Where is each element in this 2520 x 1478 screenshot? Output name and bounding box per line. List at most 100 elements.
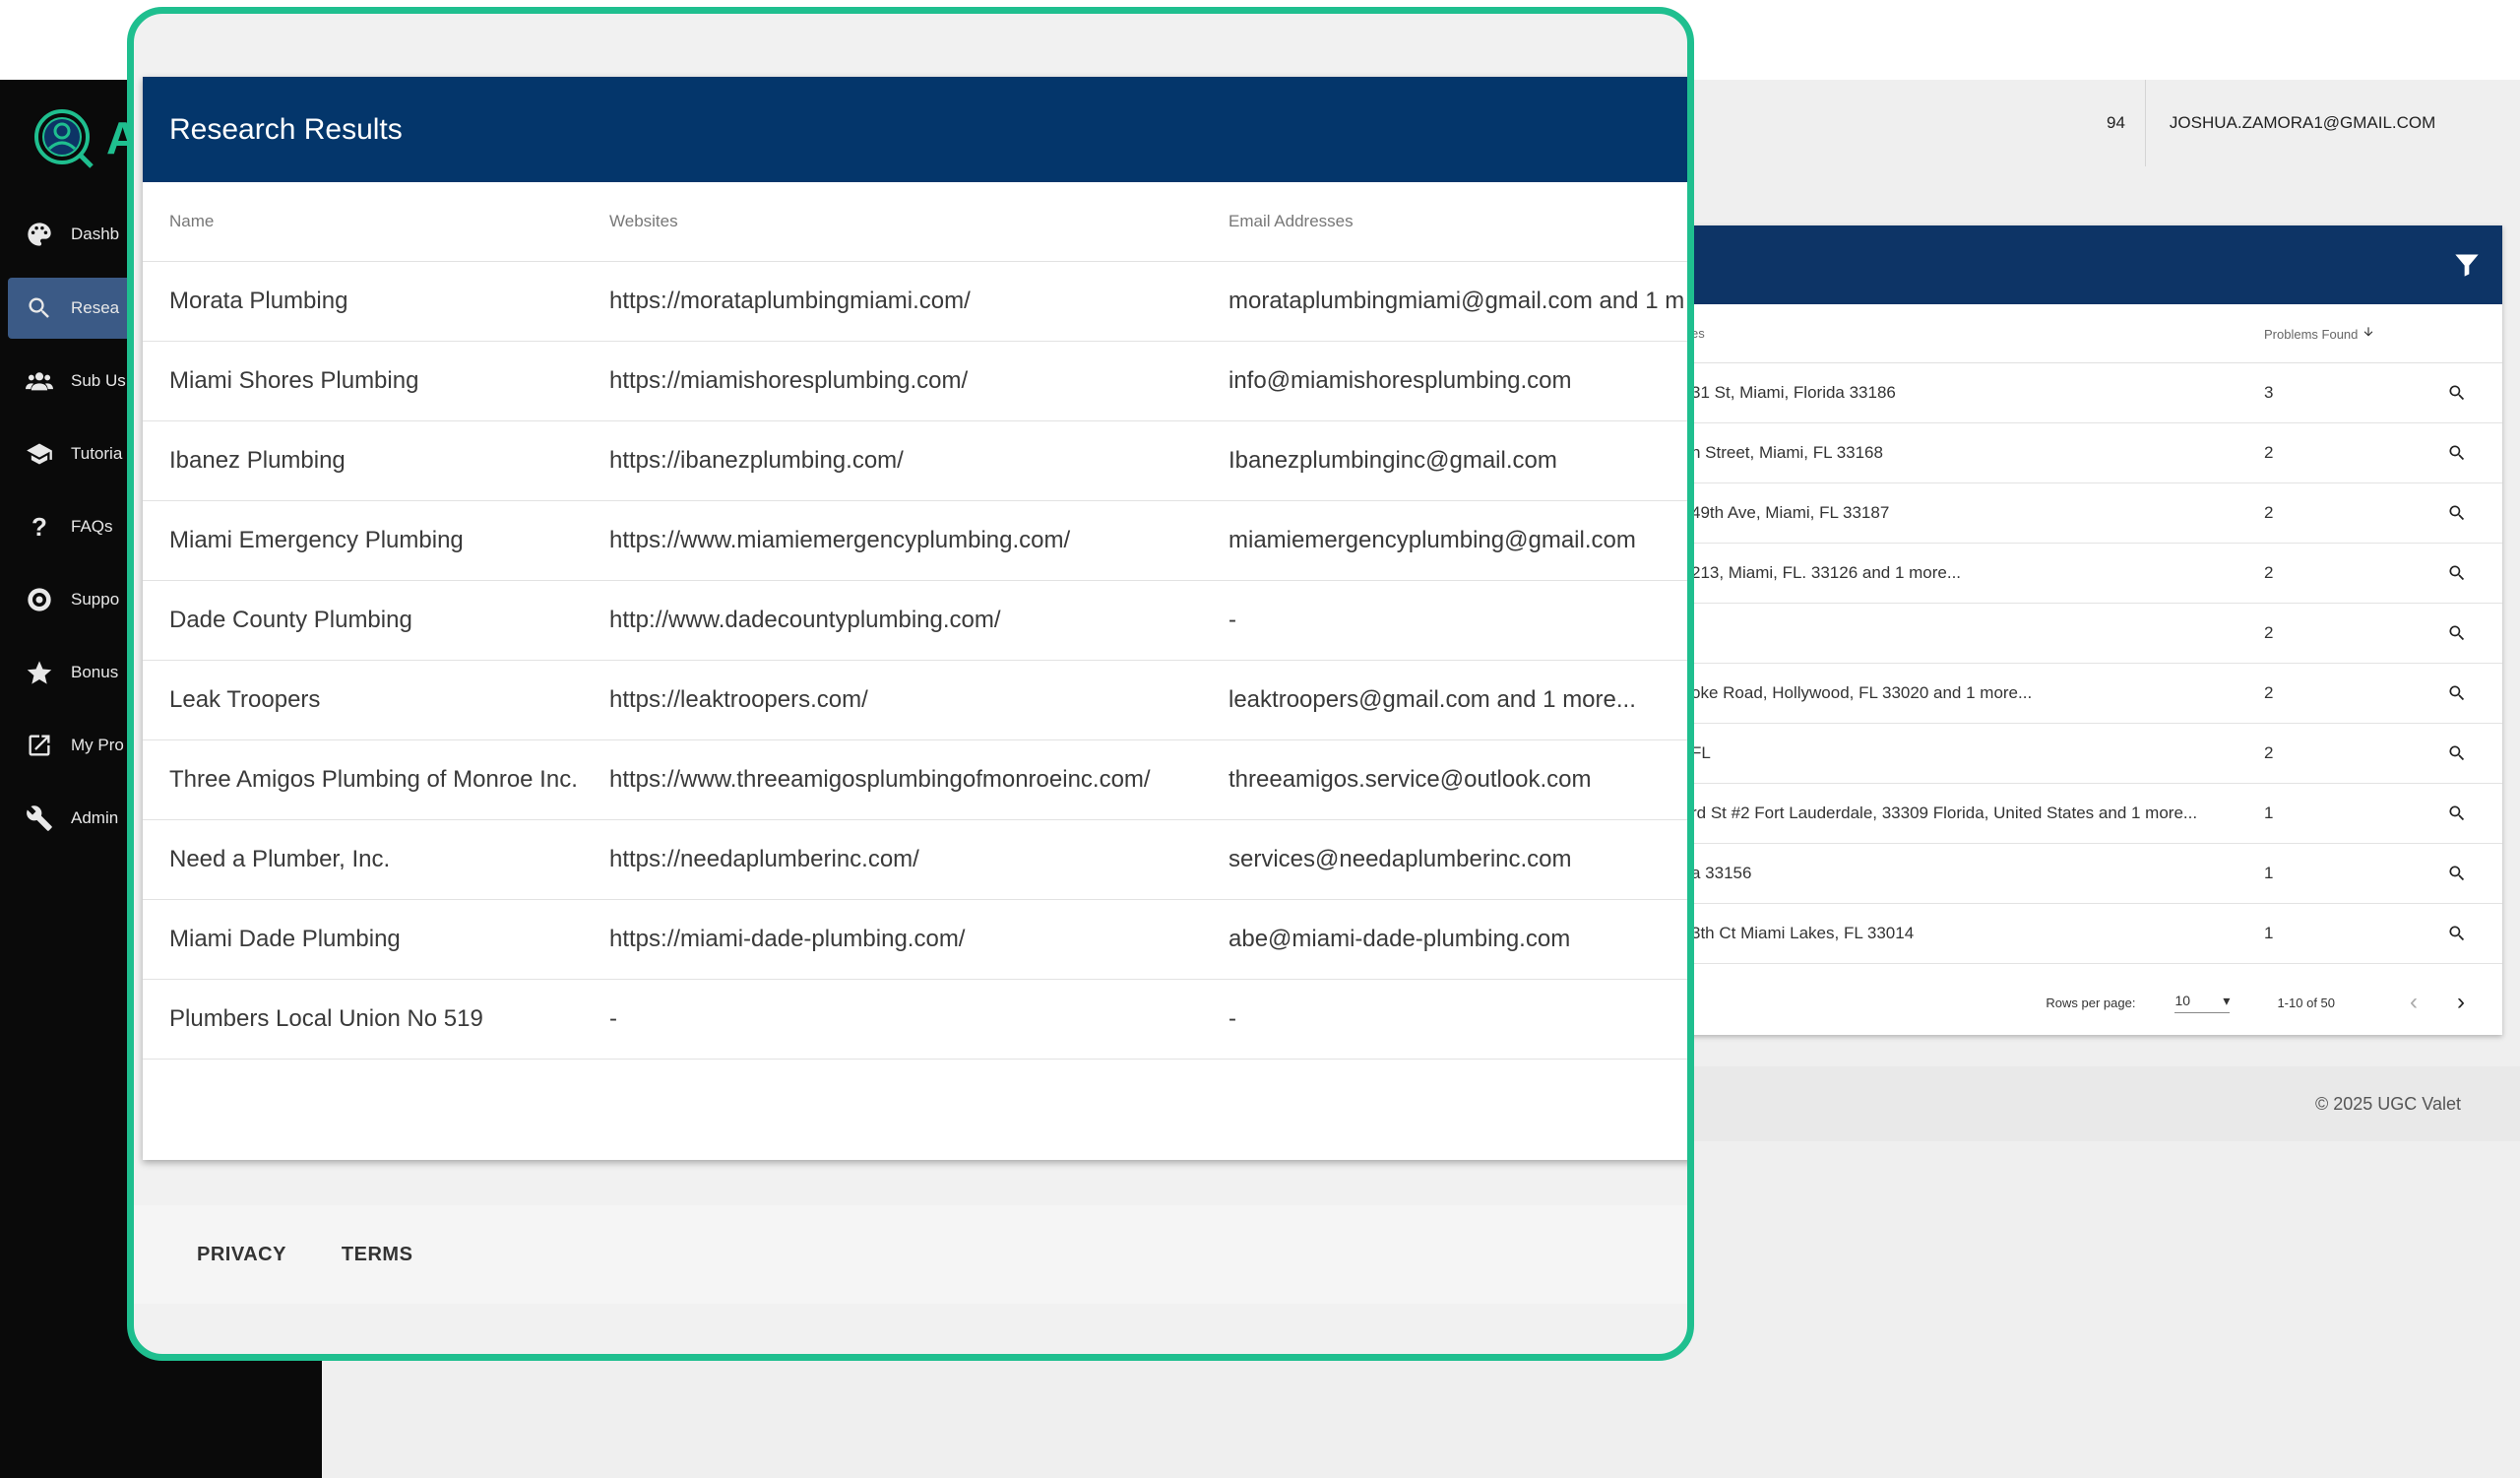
address-cell: 213, Miami, FL. 33126 and 1 more... [1691, 563, 1962, 582]
email-cell: abe@miami-dade-plumbing.com [1228, 926, 1571, 952]
logo-icon[interactable] [32, 107, 95, 170]
card-header [1673, 225, 2502, 304]
table-row: 213, Miami, FL. 33126 and 1 more... 2 [1673, 544, 2502, 604]
address-cell: h Street, Miami, FL 33168 [1691, 443, 1883, 462]
problems-cell: 3 [2264, 383, 2274, 402]
search-icon[interactable] [2412, 743, 2502, 763]
copyright-text: © 2025 UGC Valet [2315, 1094, 2461, 1114]
problems-cell: 2 [2264, 623, 2274, 642]
website-cell[interactable]: - [609, 1005, 1228, 1033]
question-icon: ? [32, 511, 47, 542]
search-icon[interactable] [2412, 683, 2502, 703]
table-header: es Problems Found [1673, 304, 2502, 363]
sidebar-item-label: Sub Us [71, 371, 126, 390]
sidebar-item-label: Tutoria [71, 444, 123, 463]
pagination: Rows per page: 10 ▾ 1-10 of 50 ‹ › [1673, 964, 2502, 1041]
table-row: 31 St, Miami, Florida 33186 3 [1673, 363, 2502, 423]
website-cell[interactable]: https://www.threeamigosplumbingofmonroei… [609, 766, 1228, 794]
sidebar-item-label: Suppo [71, 590, 120, 609]
business-name-cell: Miami Shores Plumbing [169, 367, 419, 394]
results-table-header: Name Websites Email Addresses [143, 182, 1687, 262]
business-name-cell: Dade County Plumbing [169, 607, 412, 633]
business-name-cell: Leak Troopers [169, 686, 321, 713]
email-cell: - [1228, 1005, 1236, 1032]
column-header-emails: Email Addresses [1228, 212, 1354, 230]
table-row: Three Amigos Plumbing of Monroe Inc. http… [143, 740, 1687, 820]
email-cell: Ibanezplumbinginc@gmail.com [1228, 447, 1557, 474]
search-icon[interactable] [2412, 864, 2502, 883]
research-results-dialog: Research Results Name Websites Email Add… [143, 77, 1687, 1160]
page-footer: PRIVACY TERMS [134, 1205, 1687, 1304]
table-row: Need a Plumber, Inc. https://needaplumber… [143, 820, 1687, 900]
lifebuoy-icon [8, 586, 71, 613]
website-cell[interactable]: https://miamishoresplumbing.com/ [609, 367, 1228, 395]
table-row: 49th Ave, Miami, FL 33187 2 [1673, 483, 2502, 544]
table-row: Leak Troopers https://leaktroopers.com/le… [143, 661, 1687, 740]
business-name-cell: Need a Plumber, Inc. [169, 846, 391, 872]
problems-cell: 2 [2264, 743, 2274, 762]
table-row: a 33156 1 [1673, 844, 2502, 904]
website-cell[interactable]: https://www.miamiemergencyplumbing.com/ [609, 527, 1228, 554]
business-name-cell: Three Amigos Plumbing of Monroe Inc. [169, 766, 578, 793]
search-icon[interactable] [2412, 563, 2502, 583]
table-row: Miami Shores Plumbing https://miamishores… [143, 342, 1687, 421]
sidebar-item-label: Dashb [71, 225, 120, 243]
dialog-header: Research Results [143, 77, 1687, 182]
column-header-label: Problems Found [2264, 327, 2359, 342]
table-row: 3th Ct Miami Lakes, FL 33014 1 [1673, 904, 2502, 964]
website-cell[interactable]: https://morataplumbingmiami.com/ [609, 288, 1228, 315]
user-email-menu[interactable]: JOSHUA.ZAMORA1@GMAIL.COM [2170, 113, 2435, 133]
privacy-link[interactable]: PRIVACY [197, 1244, 286, 1266]
website-cell[interactable]: https://miami-dade-plumbing.com/ [609, 926, 1228, 953]
rows-per-page-select[interactable]: 10 ▾ [2174, 992, 2231, 1013]
table-body: 31 St, Miami, Florida 33186 3 h Street, Mi… [1673, 363, 2502, 964]
sidebar-item-label: Admin [71, 808, 119, 827]
email-cell: - [1228, 607, 1236, 633]
problems-cell: 1 [2264, 803, 2274, 822]
column-header-name: Name [169, 212, 215, 230]
table-row: Miami Emergency Plumbing https://www.miam… [143, 501, 1687, 581]
problems-cell: 2 [2264, 503, 2274, 522]
website-cell[interactable]: http://www.dadecountyplumbing.com/ [609, 607, 1228, 634]
email-cell: info@miamishoresplumbing.com [1228, 367, 1572, 394]
search-icon[interactable] [2412, 623, 2502, 643]
website-cell[interactable]: https://ibanezplumbing.com/ [609, 447, 1228, 475]
page-range: 1-10 of 50 [2277, 995, 2335, 1010]
business-name-cell: Miami Dade Plumbing [169, 926, 401, 952]
sidebar-item-label: My Pro [71, 736, 124, 754]
problems-cell: 2 [2264, 563, 2274, 582]
results-table-card: es Problems Found 31 St, Miami, Florida … [1673, 225, 2502, 1035]
business-name-cell: Ibanez Plumbing [169, 447, 346, 474]
email-cell: leaktroopers@gmail.com and 1 more... [1228, 686, 1636, 713]
terms-link[interactable]: TERMS [342, 1244, 413, 1266]
address-cell: a 33156 [1691, 864, 1752, 882]
filter-icon[interactable] [2453, 251, 2481, 279]
credits-count: 94 [2107, 113, 2125, 132]
caret-down-icon: ▾ [2223, 992, 2231, 1008]
table-row: 2 [1673, 604, 2502, 664]
graduation-cap-icon [8, 440, 71, 468]
next-page-button[interactable]: › [2437, 989, 2485, 1016]
website-cell[interactable]: https://needaplumberinc.com/ [609, 846, 1228, 873]
column-header-address[interactable]: es [1673, 326, 2264, 341]
problems-cell: 2 [2264, 683, 2274, 702]
external-link-icon [8, 732, 71, 759]
search-icon[interactable] [2412, 503, 2502, 523]
table-row: Morata Plumbing https://morataplumbingmia… [143, 262, 1687, 342]
table-row: h Street, Miami, FL 33168 2 [1673, 423, 2502, 483]
table-row: Ibanez Plumbing https://ibanezplumbing.co… [143, 421, 1687, 501]
website-cell[interactable]: https://leaktroopers.com/ [609, 686, 1228, 714]
previous-page-button[interactable]: ‹ [2390, 989, 2437, 1016]
search-icon[interactable] [2412, 443, 2502, 463]
topbar-account: 94 JOSHUA.ZAMORA1@GMAIL.COM [2107, 80, 2435, 166]
topbar-divider [2144, 80, 2146, 166]
search-icon[interactable] [2412, 803, 2502, 823]
arrow-down-icon [2362, 325, 2375, 342]
star-icon [8, 659, 71, 686]
business-name-cell: Morata Plumbing [169, 288, 348, 314]
table-row: oke Road, Hollywood, FL 33020 and 1 more… [1673, 664, 2502, 724]
column-header-problems[interactable]: Problems Found [2264, 325, 2412, 342]
search-icon[interactable] [2412, 383, 2502, 403]
sidebar-item-label: Resea [71, 298, 120, 317]
search-icon[interactable] [2412, 924, 2502, 943]
